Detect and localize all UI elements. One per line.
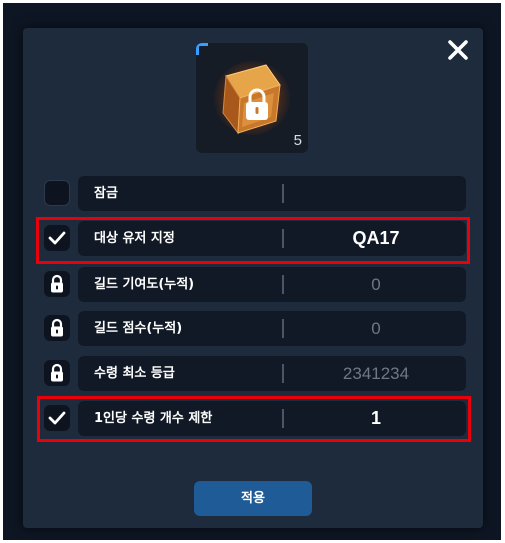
- guild-score-lock: [44, 315, 70, 341]
- close-icon: [448, 40, 468, 60]
- row-value-input[interactable]: [286, 176, 466, 211]
- min-grade-input: 2341234: [342, 364, 410, 383]
- guild-contribution-lock: [44, 271, 70, 297]
- guild-contribution-input: 0: [371, 275, 381, 294]
- row-min-grade: 수령 최소 등급 2341234: [78, 356, 466, 391]
- min-grade-lock: [44, 360, 70, 386]
- apply-button[interactable]: 적용: [194, 481, 312, 516]
- row-guild-contribution: 길드 기여도(누적) 0: [78, 267, 466, 302]
- row-divider: [282, 275, 284, 294]
- row-divider: [282, 184, 284, 203]
- padlock-icon: [51, 318, 63, 337]
- guild-score-input: 0: [371, 319, 381, 338]
- row-label: 길드 점수(누적): [94, 321, 183, 336]
- padlock-icon: [51, 274, 63, 293]
- row-label: 수령 최소 등급: [94, 366, 175, 381]
- highlight-box: [37, 396, 471, 442]
- padlock-icon: [51, 363, 63, 382]
- highlight-box: [36, 217, 470, 264]
- locked-box-icon: [222, 64, 281, 135]
- row-guild-score: 길드 점수(누적) 0: [78, 311, 466, 346]
- row-lock: 잠금: [78, 176, 466, 211]
- item-count: 5: [293, 132, 302, 149]
- row-divider: [282, 319, 284, 338]
- lock-checkbox[interactable]: [44, 180, 70, 206]
- row-divider: [282, 364, 284, 383]
- row-label: 길드 기여도(누적): [94, 277, 195, 292]
- row-label: 잠금: [94, 186, 118, 201]
- close-button[interactable]: [444, 36, 472, 64]
- item-slot: 5: [196, 43, 308, 153]
